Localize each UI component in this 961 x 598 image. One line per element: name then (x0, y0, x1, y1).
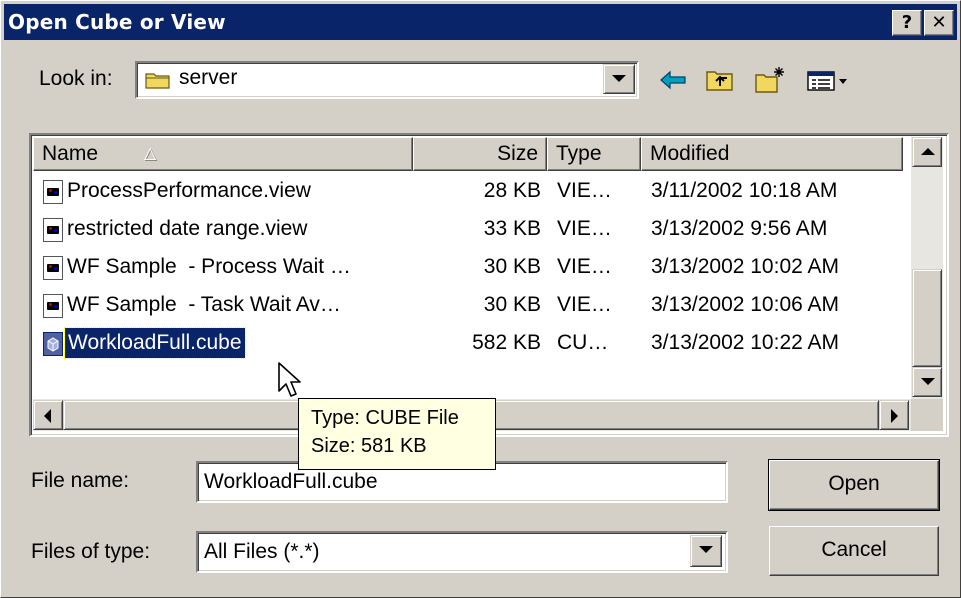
file-type: VIE… (557, 217, 612, 240)
file-name: ProcessPerformance.view (67, 179, 311, 202)
file-name: restricted date range.view (67, 217, 308, 240)
title-bar[interactable]: Open Cube or View ? ✕ (4, 4, 957, 40)
scrollbar-thumb[interactable] (912, 269, 942, 367)
file-size: 582 KB (472, 331, 541, 354)
file-list[interactable]: Name △ Size Type Modified ProcessPerform… (29, 133, 949, 437)
close-button[interactable]: ✕ (924, 10, 954, 36)
view-file-icon (43, 218, 63, 242)
open-dialog: Open Cube or View ? ✕ Look in: server Na… (0, 0, 961, 598)
files-of-type-dropdown-button[interactable] (690, 535, 722, 567)
scrollbar-corner (911, 399, 943, 431)
tooltip-type: Type: CUBE File (311, 407, 459, 429)
folder-icon (145, 70, 171, 90)
file-size: 33 KB (483, 217, 541, 240)
look-in-dropdown-button[interactable] (603, 64, 635, 94)
file-modified: 3/13/2002 10:02 AM (651, 255, 839, 278)
file-modified: 3/13/2002 9:56 AM (651, 217, 828, 240)
column-modified-label: Modified (650, 142, 730, 165)
look-in-combo[interactable]: server (135, 61, 639, 99)
file-row-selected[interactable]: WorkloadFull.cube 582 KB CU… 3/13/2002 1… (33, 325, 913, 361)
view-file-icon (43, 294, 63, 318)
look-in-value: server (179, 66, 238, 89)
vertical-scrollbar[interactable] (911, 137, 943, 399)
file-modified: 3/13/2002 10:06 AM (651, 293, 839, 316)
files-of-type-combo[interactable]: All Files (*.*) (196, 531, 728, 573)
column-header-modified[interactable]: Modified (641, 137, 903, 171)
open-button[interactable]: Open (768, 459, 940, 511)
look-in-label: Look in: (39, 67, 113, 90)
file-type: VIE… (557, 293, 612, 316)
file-name: WorkloadFull.cube (64, 327, 246, 359)
file-type: VIE… (557, 255, 612, 278)
file-name-value: WorkloadFull.cube (204, 470, 378, 493)
mouse-cursor-icon (277, 361, 303, 401)
column-header-name[interactable]: Name △ (33, 137, 413, 171)
scroll-left-button[interactable] (33, 400, 63, 430)
cube-file-icon (43, 332, 63, 356)
file-size: 28 KB (483, 179, 541, 202)
column-header-size[interactable]: Size (413, 137, 547, 171)
file-modified: 3/13/2002 10:22 AM (651, 331, 839, 354)
scroll-right-button[interactable] (879, 400, 909, 430)
cancel-button[interactable]: Cancel (769, 526, 939, 576)
file-type: VIE… (557, 179, 612, 202)
file-row[interactable]: WF Sample - Process Wait … 30 KB VIE… 3/… (33, 249, 913, 285)
file-name-label: File name: (31, 469, 130, 492)
file-name: WF Sample - Process Wait … (67, 255, 351, 278)
file-name: WF Sample - Task Wait Av… (67, 293, 341, 316)
up-folder-icon[interactable] (703, 65, 737, 95)
window-title: Open Cube or View (8, 10, 226, 34)
column-name-label: Name (42, 142, 99, 165)
files-of-type-value: All Files (*.*) (204, 540, 320, 563)
file-size: 30 KB (483, 255, 541, 278)
view-file-icon (43, 180, 63, 204)
file-row[interactable]: WF Sample - Task Wait Av… 30 KB VIE… 3/1… (33, 287, 913, 323)
file-type: CU… (557, 331, 609, 354)
view-menu-icon[interactable] (805, 65, 851, 95)
new-folder-icon[interactable] (753, 65, 787, 95)
file-modified: 3/11/2002 10:18 AM (651, 179, 838, 202)
files-of-type-label: Files of type: (31, 540, 151, 563)
tooltip-size: Size: 581 KB (311, 435, 427, 457)
file-row[interactable]: restricted date range.view 33 KB VIE… 3/… (33, 211, 913, 247)
column-type-label: Type (556, 142, 602, 165)
sort-ascending-icon: △ (144, 145, 157, 162)
file-row[interactable]: ProcessPerformance.view 28 KB VIE… 3/11/… (33, 173, 913, 209)
scroll-up-button[interactable] (912, 137, 942, 167)
column-header-type[interactable]: Type (547, 137, 641, 171)
help-button[interactable]: ? (892, 10, 922, 36)
file-size: 30 KB (483, 293, 541, 316)
view-file-icon (43, 256, 63, 280)
back-arrow-icon[interactable] (657, 65, 691, 95)
file-tooltip: Type: CUBE File Size: 581 KB (298, 398, 496, 470)
column-size-label: Size (497, 142, 538, 165)
scroll-down-button[interactable] (912, 367, 942, 397)
